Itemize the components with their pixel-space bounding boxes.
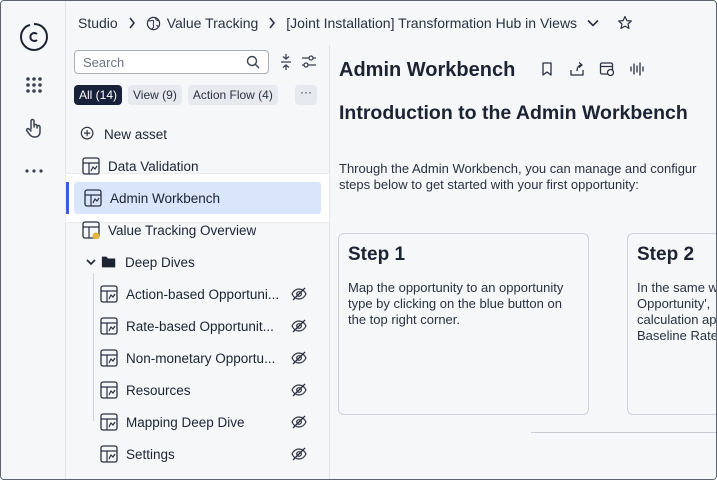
eye-off-icon[interactable] [291, 414, 307, 430]
tree-guide-line [93, 273, 94, 421]
view-icon [100, 413, 118, 431]
view-icon [100, 381, 118, 399]
intro-line: Through the Admin Workbench, you can man… [339, 161, 697, 176]
tree-item-label: Value Tracking Overview [108, 222, 257, 238]
page-title: Admin Workbench [339, 59, 516, 81]
new-asset-label: New asset [104, 126, 168, 142]
tree-item-label: Data Validation [108, 158, 199, 174]
globe-icon [146, 16, 160, 30]
view-icon [100, 445, 118, 463]
step-2-card: Step 2 In the same w Opportunity', calcu… [627, 233, 717, 415]
filter-chip-action-flow[interactable]: Action Flow (4) [187, 85, 278, 105]
tree-child-item[interactable]: Rate-based Opportunit... [100, 311, 325, 341]
tree-child-label: Resources [126, 382, 191, 398]
eye-off-icon[interactable] [291, 286, 307, 302]
view-icon [100, 285, 118, 303]
view-icon [82, 157, 100, 175]
chevron-right-icon [268, 17, 276, 29]
tree-item-value-tracking-overview[interactable]: Value Tracking Overview [82, 215, 322, 245]
new-asset-button[interactable]: New asset [80, 119, 167, 149]
tree-child-item[interactable]: Action-based Opportuni... [100, 279, 325, 309]
step-1-title: Step 1 [348, 244, 406, 265]
view-settings-icon[interactable] [599, 61, 615, 77]
step-1-card: Step 1 Map the opportunity to an opportu… [338, 233, 589, 415]
selection-accent-bar [66, 182, 69, 214]
step-2-line: calculation ap [637, 312, 717, 327]
breadcrumb-studio[interactable]: Studio [78, 15, 118, 31]
step-2-title: Step 2 [637, 244, 695, 265]
tree-folder-deep-dives[interactable]: Deep Dives [85, 247, 322, 277]
filter-chip-all[interactable]: All (14) [74, 85, 123, 105]
tree-item-label: Admin Workbench [110, 190, 221, 206]
intro-line: steps below to get started with your fir… [339, 177, 639, 192]
tree-child-label: Action-based Opportuni... [126, 286, 280, 302]
tree-child-item[interactable]: Resources [100, 375, 325, 405]
logo-icon[interactable] [18, 21, 50, 53]
view-icon [84, 189, 102, 207]
eye-off-icon[interactable] [291, 318, 307, 334]
tree-child-item[interactable]: Settings [100, 439, 325, 469]
collapse-all-icon[interactable] [277, 53, 295, 71]
view-icon [100, 317, 118, 335]
apps-grid-icon[interactable] [23, 74, 45, 96]
eye-off-icon[interactable] [291, 382, 307, 398]
step-1-body: Map the opportunity to an opportunity ty… [348, 280, 564, 327]
divider [531, 432, 716, 433]
eye-off-icon[interactable] [291, 350, 307, 366]
breadcrumb-current-package[interactable]: [Joint Installation] Transformation Hub … [286, 15, 599, 31]
left-rail [1, 1, 66, 479]
tree-child-item[interactable]: Non-monetary Opportu... [100, 343, 325, 373]
breadcrumb: Studio Value Tracking [Joint Installatio… [66, 1, 716, 45]
tree-child-label: Mapping Deep Dive [126, 414, 245, 430]
chevron-down-icon [587, 19, 599, 27]
more-horizontal-icon[interactable] [23, 160, 45, 182]
pointer-hand-icon[interactable] [23, 117, 45, 139]
step-2-line: In the same w [637, 280, 717, 295]
breadcrumb-value-tracking[interactable]: Value Tracking [146, 15, 258, 31]
chevron-down-icon[interactable] [85, 257, 97, 267]
chevron-right-icon [128, 17, 136, 29]
eye-off-icon[interactable] [291, 446, 307, 462]
tree-folder-label: Deep Dives [125, 254, 195, 270]
main-content: Admin Workbench Introduction to the Admi… [331, 45, 717, 479]
intro-text: Through the Admin Workbench, you can man… [339, 161, 716, 193]
tree-child-item[interactable]: Mapping Deep Dive [100, 407, 325, 437]
filter-chips: All (14) View (9) Action Flow (4) I [74, 85, 284, 105]
title-toolbar [539, 61, 645, 77]
search-input[interactable] [83, 54, 233, 70]
tree-item-admin-workbench[interactable]: Admin Workbench [84, 183, 314, 213]
tree-item-data-validation[interactable]: Data Validation [82, 151, 322, 181]
bookmark-icon[interactable] [539, 61, 555, 77]
waveform-icon[interactable] [629, 61, 645, 77]
search-box [74, 50, 269, 74]
tree-child-label: Rate-based Opportunit... [126, 318, 274, 334]
share-icon[interactable] [569, 61, 585, 77]
view-icon [100, 349, 118, 367]
more-filters-button[interactable]: ··· [295, 85, 317, 105]
app-window: Studio Value Tracking [Joint Installatio… [0, 0, 717, 480]
search-icon[interactable] [246, 55, 260, 69]
folder-icon [101, 256, 116, 268]
section-heading: Introduction to the Admin Workbench [339, 102, 688, 124]
view-warning-icon [82, 221, 100, 239]
filter-chip-view[interactable]: View (9) [128, 85, 182, 105]
tree-child-label: Settings [126, 446, 175, 462]
tree-child-label: Non-monetary Opportu... [126, 350, 276, 366]
step-2-line: Baseline Rate [637, 328, 717, 343]
plus-circle-icon [80, 126, 94, 140]
filter-settings-icon[interactable] [300, 53, 318, 71]
step-2-line: Opportunity', [637, 296, 711, 311]
star-icon[interactable] [617, 15, 633, 31]
